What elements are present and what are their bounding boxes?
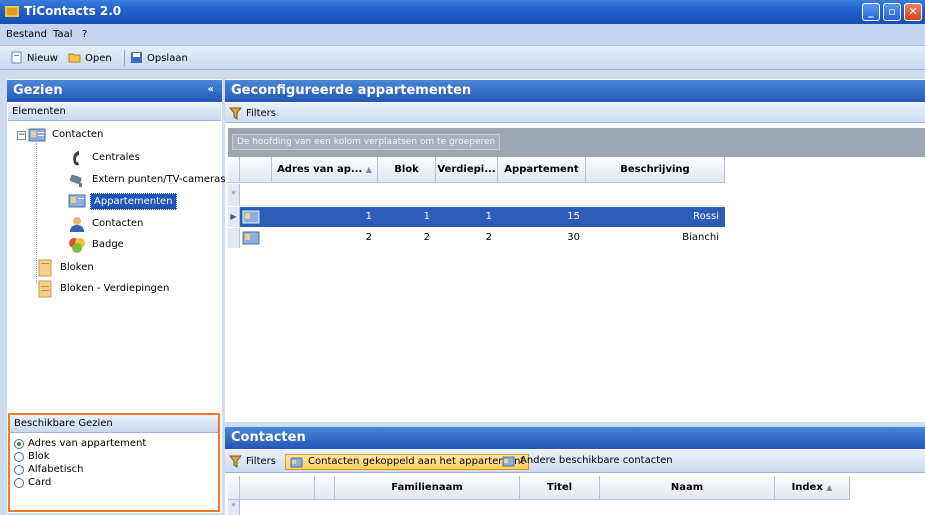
contacts-panel-header: Contacten (225, 427, 925, 449)
table-row[interactable]: 2 2 2 30 Bianchi (228, 228, 725, 248)
apartment-row-icon (242, 210, 260, 224)
apartment-row-icon (242, 231, 260, 245)
left-panel-header: Gezien « (7, 80, 222, 102)
table-row[interactable]: ▶ 1 1 1 15 Rossi (228, 207, 725, 227)
sort-ascending-icon: ▲ (365, 165, 372, 174)
tab-other-contacts[interactable]: Andere beschikbare contacten (498, 454, 677, 470)
apartments-grid-header: Adres van ap... ▲ Blok Verdiepi... Appar… (228, 157, 725, 183)
contacts-icon (502, 456, 515, 467)
contacts-icon (290, 457, 303, 468)
radio-selected-icon (14, 439, 24, 449)
save-button[interactable]: Opslaan (130, 51, 192, 65)
title-bar: TiContacts 2.0 _ ▫ ✕ (0, 0, 925, 24)
toolbar: Nieuw Open Opslaan (0, 46, 925, 70)
main-panel-header: Geconfigureerde appartementen (225, 80, 925, 102)
filter-funnel-icon (229, 107, 242, 120)
icon-column-header (240, 157, 272, 183)
phone-handset-icon (73, 151, 79, 166)
radio-icon (14, 452, 24, 462)
menu-help[interactable]: ? (82, 29, 87, 40)
toolbar-separator (124, 50, 125, 66)
apartment-icon (68, 194, 86, 208)
filter-funnel-icon (229, 455, 242, 468)
new-row-asterisk-icon: * (228, 184, 240, 206)
tab-linked-contacts[interactable]: Contacten gekoppeld aan het appartement (285, 454, 530, 470)
column-header-appartement[interactable]: Appartement (498, 157, 586, 183)
expand-toggle-icon[interactable]: − (17, 131, 26, 140)
block-floors-icon (38, 280, 52, 298)
column-header-naam[interactable]: Naam (600, 476, 775, 500)
available-views-box: Beschikbare Gezien Adres van appartement… (8, 413, 220, 512)
main-filter-bar: Filters (225, 103, 925, 123)
new-row-asterisk-icon[interactable]: * (228, 500, 240, 515)
radio-icon (14, 465, 24, 475)
group-by-area[interactable]: De hoofding van een kolom verplaatsen om… (228, 128, 925, 157)
block-icon (38, 259, 52, 277)
row-indicator-header (228, 157, 240, 183)
column-header-verdieping[interactable]: Verdiepi... (436, 157, 498, 183)
elements-tree: − Contacten Centrales Extern punten/TV-c… (8, 121, 226, 411)
floppy-disk-icon (131, 52, 142, 63)
available-views-header: Beschikbare Gezien (10, 415, 218, 433)
menu-taal[interactable]: Taal (53, 29, 73, 40)
open-button[interactable]: Open (68, 51, 120, 65)
new-document-icon (11, 51, 22, 64)
column-header-blok[interactable]: Blok (378, 157, 436, 183)
radio-icon (14, 478, 24, 488)
badge-icon (69, 238, 85, 253)
group-by-hint: De hoofding van een kolom verplaatsen om… (232, 134, 501, 150)
new-row[interactable]: * (228, 184, 725, 206)
menu-bar: Bestand Taal ? (0, 24, 925, 46)
contacts-grid-header: Familienaam Titel Naam Index ▲ (228, 476, 850, 500)
folder-open-icon (68, 53, 81, 63)
contacts-icon (28, 128, 46, 142)
column-header-familienaam[interactable]: Familienaam (335, 476, 520, 500)
column-header-beschrijving[interactable]: Beschrijving (586, 157, 725, 183)
collapse-icon[interactable]: « (208, 84, 214, 95)
minimize-button[interactable]: _ (862, 3, 880, 21)
column-header-index[interactable]: Index ▲ (775, 476, 850, 500)
sort-ascending-icon: ▲ (826, 483, 833, 492)
elements-header: Elementen (8, 103, 221, 121)
app-icon (5, 6, 19, 17)
current-row-arrow-icon: ▶ (228, 207, 240, 227)
contacts-filter-bar: Filters Contacten gekoppeld aan het appa… (225, 450, 925, 473)
menu-bestand[interactable]: Bestand (6, 29, 47, 40)
new-button[interactable]: Nieuw (10, 51, 65, 65)
close-button[interactable]: ✕ (904, 3, 922, 21)
window-title: TiContacts 2.0 (24, 4, 122, 18)
camera-icon (69, 174, 82, 187)
restore-button[interactable]: ▫ (883, 3, 901, 21)
person-icon (70, 217, 84, 232)
column-header-adres[interactable]: Adres van ap... ▲ (272, 157, 378, 183)
column-header-titel[interactable]: Titel (520, 476, 600, 500)
